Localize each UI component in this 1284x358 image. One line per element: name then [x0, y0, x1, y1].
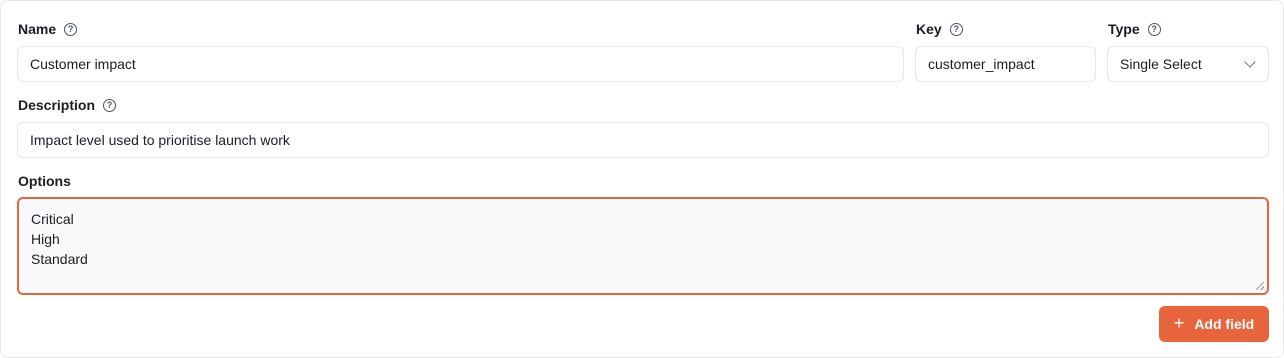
- description-label: Description ?: [18, 96, 117, 114]
- name-input-value: Customer impact: [30, 56, 136, 72]
- key-input[interactable]: customer_impact: [915, 46, 1096, 82]
- add-field-button[interactable]: + Add field: [1159, 306, 1269, 342]
- type-select-value: Single Select: [1120, 56, 1202, 72]
- help-icon[interactable]: ?: [103, 98, 117, 112]
- options-label: Options: [18, 173, 71, 189]
- help-icon[interactable]: ?: [64, 22, 78, 36]
- description-input-value: Impact level used to prioritise launch w…: [30, 132, 290, 148]
- field-editor-card: Name ? Customer impact Key ? customer_im…: [0, 0, 1284, 358]
- key-label: Key ?: [916, 20, 963, 38]
- option-line: Standard: [31, 251, 88, 267]
- option-line: High: [31, 231, 60, 247]
- add-field-label: Add field: [1194, 316, 1255, 332]
- resize-grip-icon[interactable]: [1256, 282, 1264, 290]
- type-select[interactable]: Single Select: [1107, 46, 1269, 82]
- name-input[interactable]: Customer impact: [17, 46, 904, 82]
- options-textarea[interactable]: Critical High Standard: [17, 197, 1269, 295]
- key-input-value: customer_impact: [928, 56, 1035, 72]
- help-icon[interactable]: ?: [949, 22, 963, 36]
- description-input[interactable]: Impact level used to prioritise launch w…: [17, 122, 1269, 158]
- help-icon[interactable]: ?: [1147, 22, 1161, 36]
- plus-icon: +: [1173, 313, 1185, 333]
- name-label: Name ?: [18, 20, 78, 38]
- chevron-down-icon: [1244, 56, 1256, 68]
- type-label: Type ?: [1108, 20, 1161, 38]
- option-line: Critical: [31, 211, 74, 227]
